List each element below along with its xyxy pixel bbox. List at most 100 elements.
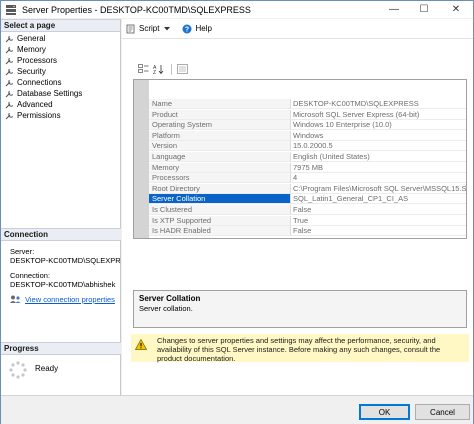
view-connection-properties-link[interactable]: View connection properties xyxy=(25,295,115,304)
warning-icon xyxy=(135,339,147,350)
property-row[interactable]: Is HADR Enabled False xyxy=(149,226,466,237)
page-item-label: Security xyxy=(17,67,46,76)
property-row[interactable]: Language English (United States) xyxy=(149,152,466,162)
page-item-advanced[interactable]: Advanced xyxy=(1,99,120,110)
page-item-security[interactable]: Security xyxy=(1,66,120,77)
cancel-button[interactable]: Cancel xyxy=(415,404,470,420)
page-item-label: Processors xyxy=(17,56,58,65)
property-value: C:\Program Files\Microsoft SQL Server\MS… xyxy=(291,183,467,194)
property-name: Is Clustered xyxy=(149,205,291,215)
minimize-button[interactable]: — xyxy=(379,1,409,18)
property-row[interactable]: Name DESKTOP-KC00TMD\SQLEXPRESS xyxy=(149,99,466,109)
property-value: SQL_Latin1_General_CP1_CI_AS xyxy=(291,194,466,205)
help-icon: ? xyxy=(182,24,192,33)
property-row[interactable]: Version 15.0.2000.5 xyxy=(149,141,466,152)
property-row[interactable]: Server Collation SQL_Latin1_General_CP1_C… xyxy=(149,194,466,205)
progress-spinner-icon xyxy=(9,361,27,379)
main-panel: Script ? Help A Z Name DESKTOP-KC00TMD\S… xyxy=(122,19,473,395)
categorized-sort-button[interactable] xyxy=(136,63,150,75)
wrench-icon xyxy=(5,90,14,97)
page-item-permissions[interactable]: Permissions xyxy=(1,110,120,121)
server-label: Server: xyxy=(10,247,35,256)
property-name: Operating System xyxy=(149,120,291,131)
page-item-connections[interactable]: Connections xyxy=(1,77,120,88)
property-value: 7975 MB xyxy=(291,163,466,173)
progress-status: Ready xyxy=(35,364,59,373)
property-name: Processors xyxy=(149,173,291,184)
description-text: Server collation. xyxy=(139,304,193,313)
chevron-down-icon[interactable] xyxy=(163,26,171,32)
wrench-icon xyxy=(5,35,14,42)
property-row[interactable]: Is Clustered False xyxy=(149,205,466,215)
help-button[interactable]: ? Help xyxy=(182,24,212,34)
property-row[interactable]: Operating System Windows 10 Enterprise (1… xyxy=(149,120,466,131)
page-item-memory[interactable]: Memory xyxy=(1,44,120,55)
description-panel: Server Collation Server collation. xyxy=(133,290,467,328)
svg-text:Z: Z xyxy=(153,70,156,74)
description-title: Server Collation xyxy=(139,294,201,303)
property-value: 15.0.2000.5 xyxy=(291,141,466,152)
close-button[interactable]: ✕ xyxy=(439,1,473,18)
ok-button[interactable]: OK xyxy=(359,404,410,420)
dialog-button-bar: OK Cancel xyxy=(1,395,473,424)
svg-text:?: ? xyxy=(185,26,189,33)
script-button[interactable]: Script xyxy=(126,24,174,34)
property-value: Windows xyxy=(291,131,466,141)
property-value: True xyxy=(291,216,466,226)
sort-az-icon: A Z xyxy=(153,65,164,74)
page-item-label: Permissions xyxy=(17,111,61,120)
left-panel: Select a page General Memory Processors Sec… xyxy=(1,19,121,395)
maximize-button[interactable]: ☐ xyxy=(409,1,439,18)
property-row[interactable]: Processors 4 xyxy=(149,173,466,184)
connection-header: Connection xyxy=(1,228,121,241)
property-name: Is HADR Enabled xyxy=(149,226,291,237)
page-item-label: Database Settings xyxy=(17,89,83,98)
page-item-label: General xyxy=(17,34,46,43)
page-item-label: Connections xyxy=(17,78,62,87)
property-value: 4 xyxy=(291,173,466,184)
script-label: Script xyxy=(139,24,160,33)
property-pages-icon xyxy=(176,64,188,74)
property-pages-button[interactable] xyxy=(175,63,189,75)
property-name: Platform xyxy=(149,130,291,141)
page-item-database-settings[interactable]: Database Settings xyxy=(1,88,120,99)
alphabetical-sort-button[interactable]: A Z xyxy=(152,63,166,75)
property-value: Microsoft SQL Server Express (64-bit) xyxy=(291,110,466,120)
connection-label: Connection: xyxy=(10,271,51,280)
property-name: Language xyxy=(149,152,291,162)
server-value: DESKTOP-KC00TMD\SQLEXPR xyxy=(10,256,121,265)
property-value: English (United States) xyxy=(291,152,466,162)
property-name: Is XTP Supported xyxy=(149,215,291,226)
property-row[interactable]: Platform Windows xyxy=(149,130,466,141)
toolbar: Script ? Help xyxy=(122,19,473,39)
property-row[interactable]: Product Microsoft SQL Server Express (64-… xyxy=(149,109,466,120)
script-icon xyxy=(126,24,135,33)
select-page-header: Select a page xyxy=(1,19,120,32)
property-value: Windows 10 Enterprise (10.0) xyxy=(291,120,466,131)
property-row[interactable]: Memory 7975 MB xyxy=(149,162,466,173)
wrench-icon xyxy=(5,101,14,108)
property-name: Server Collation xyxy=(149,194,291,205)
property-row[interactable]: Root Directory C:\Program Files\Microsoft… xyxy=(149,183,467,194)
window-title: Server Properties - DESKTOP-KC00TMD\SQLE… xyxy=(22,4,251,15)
property-grid: Name DESKTOP-KC00TMD\SQLEXPRESS Product Mic… xyxy=(133,79,467,239)
property-name: Name xyxy=(149,99,291,109)
page-item-processors[interactable]: Processors xyxy=(1,55,120,66)
property-name: Product xyxy=(149,109,291,120)
property-value: False xyxy=(291,205,466,215)
page-item-label: Memory xyxy=(17,45,46,54)
progress-section: Progress Ready xyxy=(1,342,121,379)
warning-text: Changes to server properties and setting… xyxy=(157,336,441,363)
grid-toolbar: A Z xyxy=(136,63,191,75)
page-list: General Memory Processors Security Connectio… xyxy=(1,32,120,121)
page-item-label: Advanced xyxy=(17,100,53,109)
connection-properties-icon xyxy=(10,295,21,303)
property-row[interactable]: Is XTP Supported True xyxy=(149,215,466,226)
wrench-icon xyxy=(5,46,14,53)
property-name: Root Directory xyxy=(149,183,291,194)
wrench-icon xyxy=(5,112,14,119)
property-value: False xyxy=(291,226,466,237)
page-item-general[interactable]: General xyxy=(1,33,120,44)
connection-value: DESKTOP-KC00TMD\abhishek xyxy=(10,280,116,289)
warning-banner: Changes to server properties and setting… xyxy=(131,334,469,363)
